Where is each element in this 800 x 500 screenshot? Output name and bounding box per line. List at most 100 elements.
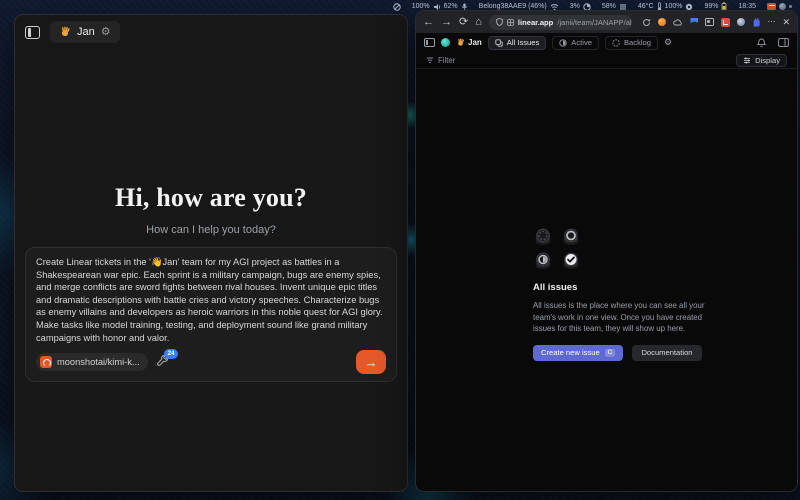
create-new-issue-label: Create new issue bbox=[541, 348, 600, 357]
browser-window: ← → ⟳ ⌂ linear.app/janii/team/JANAPP/all bbox=[415, 10, 798, 492]
send-arrow-icon: → bbox=[365, 355, 378, 370]
orange-extension-icon[interactable] bbox=[658, 18, 666, 26]
home-button[interactable]: ⌂ bbox=[475, 17, 482, 28]
tools-count-badge: 24 bbox=[164, 349, 177, 359]
app-tray-icon[interactable] bbox=[779, 3, 786, 10]
filter-button[interactable]: Filter bbox=[426, 56, 455, 65]
team-settings-icon[interactable]: ⚙ bbox=[101, 27, 111, 38]
chat-input-toolbar: moonshotai/kimi-k... 24 → bbox=[36, 350, 386, 374]
linear-filter-row: Filter Display bbox=[416, 52, 797, 69]
documentation-button[interactable]: Documentation bbox=[632, 345, 701, 361]
wifi-name: Belong38AAE9 (46%) bbox=[479, 3, 547, 10]
in-progress-icon bbox=[559, 39, 567, 47]
battery-value: 99% bbox=[704, 3, 718, 10]
browser-extensions: ⋯ ✕ bbox=[642, 18, 790, 27]
red-extension-icon[interactable] bbox=[721, 18, 730, 27]
fan-value: 100% bbox=[665, 3, 683, 10]
memory-value: 58% bbox=[602, 3, 616, 10]
linear-app: Jan All Issues Active Backlog ⚙ bbox=[416, 33, 797, 491]
chat-input-text[interactable]: Create Linear tickets in the '👋Jan' team… bbox=[36, 256, 386, 344]
tab-active-label: Active bbox=[571, 38, 592, 47]
wave-hand-icon bbox=[59, 26, 71, 38]
reload-button[interactable]: ⟳ bbox=[459, 17, 468, 28]
jan-hero: Hi, how are you? How can I help you toda… bbox=[15, 183, 407, 236]
greeting-headline: Hi, how are you? bbox=[15, 183, 407, 213]
model-name: moonshotai/kimi-k... bbox=[57, 357, 140, 367]
greeting-subtitle: How can I help you today? bbox=[15, 224, 407, 236]
cloud-extension-icon[interactable] bbox=[673, 19, 683, 26]
model-provider-icon bbox=[40, 356, 52, 368]
display-button[interactable]: Display bbox=[736, 54, 787, 67]
send-button[interactable]: → bbox=[356, 350, 386, 374]
linear-sidebar-toggle-icon[interactable] bbox=[424, 38, 435, 47]
system-tray bbox=[767, 3, 792, 10]
status-coins-illustration bbox=[533, 228, 581, 270]
toolbar-overflow-icon[interactable]: ⋯ bbox=[767, 18, 775, 26]
url-path: /janii/team/JANAPP/all bbox=[557, 18, 632, 27]
create-new-issue-button[interactable]: Create new issue C bbox=[533, 345, 623, 361]
address-bar[interactable]: linear.app/janii/team/JANAPP/all bbox=[489, 15, 633, 30]
browser-toolbar: ← → ⟳ ⌂ linear.app/janii/team/JANAPP/all bbox=[416, 11, 797, 33]
clock[interactable]: 18:35 bbox=[738, 3, 756, 10]
back-button[interactable]: ← bbox=[423, 17, 434, 28]
todo-coin-icon bbox=[561, 228, 581, 246]
site-info-icon[interactable] bbox=[507, 19, 514, 26]
sidebar-toggle-icon[interactable] bbox=[25, 26, 40, 39]
views-settings-icon[interactable]: ⚙ bbox=[664, 38, 672, 47]
filter-label: Filter bbox=[438, 56, 455, 65]
tab-all-issues[interactable]: All Issues bbox=[488, 36, 547, 50]
in-progress-coin-icon bbox=[533, 252, 553, 270]
tab-active[interactable]: Active bbox=[552, 36, 599, 50]
temperature-value: 46°C bbox=[638, 3, 654, 10]
dnd-indicator[interactable] bbox=[393, 3, 401, 11]
jan-header: Jan ⚙ bbox=[15, 15, 407, 49]
tab-all-issues-label: All Issues bbox=[507, 38, 540, 47]
chat-input-card[interactable]: Create Linear tickets in the '👋Jan' team… bbox=[25, 247, 397, 382]
slash-circle-icon bbox=[393, 3, 401, 11]
tab-backlog-label: Backlog bbox=[624, 38, 651, 47]
team-name: Jan bbox=[77, 26, 95, 38]
filter-icon bbox=[426, 57, 434, 64]
notifications-bell-icon[interactable] bbox=[757, 38, 766, 48]
right-panel-icon[interactable] bbox=[778, 38, 789, 47]
empty-state-actions: Create new issue C Documentation bbox=[533, 345, 719, 361]
team-selector[interactable]: Jan ⚙ bbox=[50, 21, 120, 43]
flag-extension-icon[interactable] bbox=[690, 18, 698, 27]
workspace-avatar[interactable] bbox=[441, 38, 450, 47]
backlog-icon bbox=[612, 39, 620, 47]
cpu-value: 3% bbox=[570, 3, 580, 10]
linear-header: Jan All Issues Active Backlog ⚙ bbox=[416, 33, 797, 52]
display-label: Display bbox=[755, 56, 780, 65]
close-toolbar-icon[interactable]: ✕ bbox=[782, 18, 790, 27]
empty-state-title: All issues bbox=[533, 282, 719, 293]
tray-dot-icon[interactable] bbox=[789, 5, 792, 8]
hand-extension-icon[interactable] bbox=[752, 18, 760, 27]
sync-extension-icon[interactable] bbox=[642, 18, 651, 27]
sphere-extension-icon[interactable] bbox=[737, 18, 745, 26]
screenshot-extension-icon[interactable] bbox=[705, 18, 714, 26]
tab-backlog[interactable]: Backlog bbox=[605, 36, 658, 50]
forward-button[interactable]: → bbox=[441, 17, 452, 28]
shortcut-key-badge: C bbox=[605, 349, 616, 357]
linear-team-name: Jan bbox=[468, 38, 482, 47]
mail-tray-icon[interactable] bbox=[767, 3, 776, 10]
display-sliders-icon bbox=[743, 57, 751, 64]
model-selector[interactable]: moonshotai/kimi-k... bbox=[36, 353, 148, 371]
url-domain: linear.app bbox=[518, 18, 553, 27]
wave-hand-icon bbox=[456, 38, 465, 47]
jan-app-window: Jan ⚙ Hi, how are you? How can I help yo… bbox=[14, 14, 408, 492]
linear-team[interactable]: Jan bbox=[456, 38, 482, 47]
issues-icon bbox=[495, 39, 503, 47]
volume-value: 100% bbox=[412, 3, 430, 10]
tools-button[interactable]: 24 bbox=[156, 354, 172, 370]
desktop: 100% 62% Belong38AAE9 (46%) 3% 58% bbox=[0, 0, 800, 500]
backlog-coin-icon bbox=[533, 228, 553, 246]
linear-header-right bbox=[757, 38, 789, 48]
documentation-label: Documentation bbox=[641, 348, 692, 357]
all-issues-empty-state: All issues All issues is the place where… bbox=[533, 228, 719, 361]
done-coin-icon bbox=[561, 252, 581, 270]
clock-value: 18:35 bbox=[738, 3, 756, 10]
mic-level-value: 62% bbox=[444, 3, 458, 10]
empty-state-description: All issues is the place where you can se… bbox=[533, 300, 719, 335]
site-security-icon[interactable] bbox=[496, 18, 503, 26]
